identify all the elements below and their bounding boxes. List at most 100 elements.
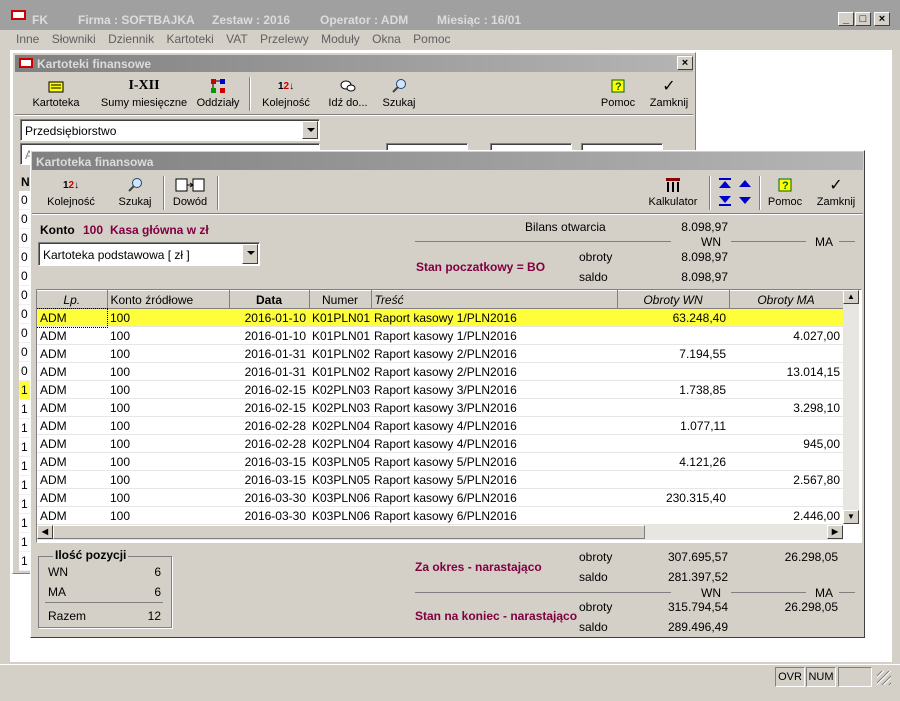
cell-tresc[interactable]: Raport kasowy 1/PLN2016 <box>371 326 617 345</box>
cell-konto[interactable]: 100 <box>107 416 229 435</box>
cell-obroty-wn[interactable] <box>617 398 729 417</box>
cell-obroty-ma[interactable]: 2.567,80 <box>729 470 843 489</box>
prev-record-button[interactable] <box>737 177 753 191</box>
cell-obroty-ma[interactable]: 13.014,15 <box>729 362 843 381</box>
entries-grid[interactable]: Lp. Konto źródłowe Data Numer Treść Obro… <box>36 289 862 543</box>
cell-obroty-wn[interactable] <box>617 470 729 489</box>
cell-lp[interactable]: ADM <box>37 452 107 471</box>
cell-konto[interactable]: 100 <box>107 488 229 507</box>
cell-obroty-wn[interactable] <box>617 506 729 525</box>
menu-moduly[interactable]: Moduły <box>321 32 360 46</box>
cell-numer[interactable]: K02PLN04 <box>309 434 371 453</box>
cell-numer[interactable]: K01PLN02 <box>309 362 371 381</box>
cell-data[interactable]: 2016-01-31 <box>229 344 309 363</box>
column-header-obroty-ma[interactable]: Obroty MA <box>729 290 844 309</box>
kartoteka-type-select[interactable]: Kartoteka podstawowa [ zł ] <box>38 242 260 266</box>
idz-do-button[interactable]: Idź do... <box>323 77 373 109</box>
cell-tresc[interactable]: Raport kasowy 5/PLN2016 <box>371 470 617 489</box>
scroll-up-button[interactable]: ▲ <box>843 290 859 304</box>
table-row[interactable]: ADM 100 2016-03-30 K03PLN06 Raport kasowy 6/… <box>37 506 843 525</box>
cell-tresc[interactable]: Raport kasowy 4/PLN2016 <box>371 416 617 435</box>
menu-inne[interactable]: Inne <box>16 32 39 46</box>
cell-tresc[interactable]: Raport kasowy 5/PLN2016 <box>371 452 617 471</box>
cell-lp[interactable]: ADM <box>37 470 107 489</box>
cell-data[interactable]: 2016-03-15 <box>229 452 309 471</box>
cell-konto[interactable]: 100 <box>107 506 229 525</box>
horizontal-scrollbar[interactable]: ◀ ▶ <box>37 524 843 540</box>
kolejnosc-button[interactable]: 1 2 ↓ Kolejność <box>43 176 99 209</box>
menu-slowniki[interactable]: Słowniki <box>52 32 96 46</box>
cell-tresc[interactable]: Raport kasowy 3/PLN2016 <box>371 380 617 399</box>
cell-obroty-ma[interactable] <box>729 416 843 435</box>
cell-lp[interactable]: ADM <box>37 326 107 345</box>
cell-obroty-ma[interactable]: 2.446,00 <box>729 506 843 525</box>
cell-data[interactable]: 2016-03-30 <box>229 488 309 507</box>
cell-obroty-wn[interactable]: 63.248,40 <box>617 308 729 327</box>
cell-obroty-wn[interactable]: 1.077,11 <box>617 416 729 435</box>
cell-konto[interactable]: 100 <box>107 452 229 471</box>
cell-konto[interactable]: 100 <box>107 398 229 417</box>
cell-konto[interactable]: 100 <box>107 344 229 363</box>
chevron-down-icon[interactable] <box>242 244 258 264</box>
cell-obroty-wn[interactable] <box>617 434 729 453</box>
cell-numer[interactable]: K03PLN06 <box>309 488 371 507</box>
cell-numer[interactable]: K03PLN05 <box>309 470 371 489</box>
table-row[interactable]: ADM 100 2016-02-28 K02PLN04 Raport kasowy 4/… <box>37 434 843 453</box>
cell-lp[interactable]: ADM <box>37 380 107 399</box>
chevron-down-icon[interactable] <box>302 121 318 139</box>
cell-obroty-wn[interactable] <box>617 362 729 381</box>
menu-dziennik[interactable]: Dziennik <box>108 32 154 46</box>
cell-lp[interactable]: ADM <box>37 344 107 363</box>
cell-obroty-ma[interactable] <box>729 488 843 507</box>
cell-obroty-ma[interactable] <box>729 452 843 471</box>
menu-okna[interactable]: Okna <box>372 32 401 46</box>
last-record-button[interactable] <box>717 193 733 207</box>
cell-obroty-wn[interactable] <box>617 326 729 345</box>
cell-tresc[interactable]: Raport kasowy 1/PLN2016 <box>371 308 617 327</box>
cell-obroty-ma[interactable]: 945,00 <box>729 434 843 453</box>
cell-konto[interactable]: 100 <box>107 362 229 381</box>
column-header-tresc[interactable]: Treść <box>371 290 618 309</box>
cell-obroty-wn[interactable]: 230.315,40 <box>617 488 729 507</box>
table-row[interactable]: ADM 100 2016-01-10 K01PLN01 Raport kasowy 1/… <box>37 307 843 328</box>
cell-numer[interactable]: K01PLN01 <box>309 308 371 327</box>
cell-data[interactable]: 2016-01-10 <box>229 326 309 345</box>
scroll-down-button[interactable]: ▼ <box>843 510 859 524</box>
cell-tresc[interactable]: Raport kasowy 2/PLN2016 <box>371 362 617 381</box>
cell-data[interactable]: 2016-01-31 <box>229 362 309 381</box>
pomoc-button[interactable]: ? Pomoc <box>765 176 805 208</box>
menu-przelewy[interactable]: Przelewy <box>260 32 309 46</box>
table-row[interactable]: ADM 100 2016-02-28 K02PLN04 Raport kasowy 4/… <box>37 416 843 435</box>
cell-tresc[interactable]: Raport kasowy 6/PLN2016 <box>371 488 617 507</box>
first-record-button[interactable] <box>717 177 733 191</box>
column-header-obroty-wn[interactable]: Obroty WN <box>617 290 730 309</box>
menu-pomoc[interactable]: Pomoc <box>413 32 450 46</box>
przedsiebiorstwo-select[interactable]: Przedsiębiorstwo <box>20 119 320 141</box>
close-button[interactable]: × <box>874 12 890 26</box>
cell-numer[interactable]: K01PLN02 <box>309 344 371 363</box>
cell-konto[interactable]: 100 <box>107 308 229 327</box>
menu-vat[interactable]: VAT <box>226 32 248 46</box>
cell-konto[interactable]: 100 <box>107 470 229 489</box>
column-header-data[interactable]: Data <box>229 290 310 309</box>
table-row[interactable]: ADM 100 2016-01-31 K01PLN02 Raport kasowy 2/… <box>37 362 843 381</box>
sumy-miesieczne-button[interactable]: I-XII Sumy miesięczne <box>99 77 189 109</box>
cell-numer[interactable]: K02PLN03 <box>309 398 371 417</box>
scroll-left-button[interactable]: ◀ <box>37 525 53 539</box>
kalkulator-button[interactable]: Kalkulator <box>645 176 701 208</box>
cell-data[interactable]: 2016-02-28 <box>229 416 309 435</box>
dowod-button[interactable]: Dowód <box>169 176 211 208</box>
cell-obroty-wn[interactable]: 4.121,26 <box>617 452 729 471</box>
table-row[interactable]: ADM 100 2016-01-10 K01PLN01 Raport kasowy 1/… <box>37 326 843 345</box>
cell-lp[interactable]: ADM <box>37 506 107 525</box>
cell-tresc[interactable]: Raport kasowy 4/PLN2016 <box>371 434 617 453</box>
cell-obroty-ma[interactable] <box>729 308 843 327</box>
column-header-lp[interactable]: Lp. <box>37 290 108 309</box>
kolejnosc-button[interactable]: 1 2 ↓ Kolejność <box>259 77 313 110</box>
vertical-scrollbar[interactable]: ▲ ▼ <box>843 290 859 524</box>
cell-numer[interactable]: K03PLN06 <box>309 506 371 525</box>
cell-data[interactable]: 2016-03-30 <box>229 506 309 525</box>
table-row[interactable]: ADM 100 2016-01-31 K01PLN02 Raport kasowy 2/… <box>37 344 843 363</box>
cell-obroty-wn[interactable]: 7.194,55 <box>617 344 729 363</box>
column-header-konto[interactable]: Konto źródłowe <box>107 290 230 309</box>
